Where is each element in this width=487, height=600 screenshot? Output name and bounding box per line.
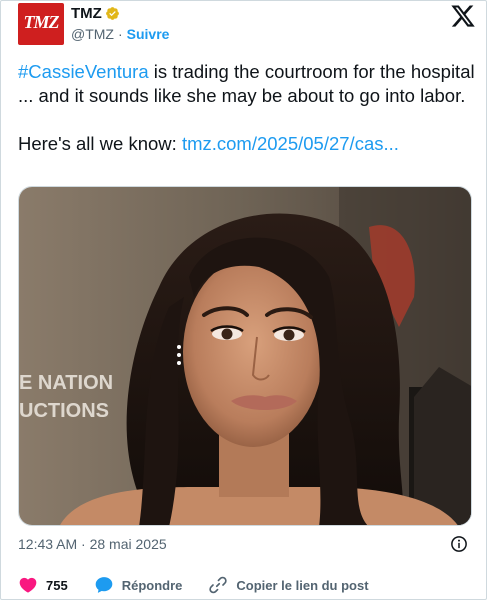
reply-button[interactable]: Répondre <box>94 575 183 595</box>
copy-link-button[interactable]: Copier le lien du post <box>208 575 369 595</box>
tweet-paragraph-2: Here's all we know: tmz.com/2025/05/27/c… <box>18 132 478 156</box>
tweet-photo[interactable]: E NATION UCTIONS <box>18 186 472 526</box>
svg-text:E NATION: E NATION <box>19 372 113 394</box>
hashtag-link[interactable]: #CassieVentura <box>18 61 149 82</box>
tweet-text: #CassieVentura is trading the courtroom … <box>18 60 478 156</box>
copy-link-label: Copier le lien du post <box>236 577 369 593</box>
portrait-photo: E NATION UCTIONS <box>19 187 471 525</box>
action-bar: 755 Répondre Copier le lien du post <box>18 573 369 597</box>
svg-text:UCTIONS: UCTIONS <box>19 400 109 422</box>
handle[interactable]: @TMZ <box>71 26 114 42</box>
author-name-row: TMZ <box>71 5 120 22</box>
verified-badge-icon <box>105 7 119 20</box>
separator-dot: · <box>117 26 123 42</box>
info-icon[interactable] <box>450 535 468 553</box>
avatar[interactable]: TMZ <box>18 3 64 45</box>
tweet-paragraph-1: #CassieVentura is trading the courtroom … <box>18 60 478 108</box>
display-name[interactable]: TMZ <box>71 5 102 22</box>
x-logo-icon[interactable] <box>450 3 476 29</box>
link-icon <box>209 576 228 594</box>
tweet-link-prefix: Here's all we know: <box>18 133 182 154</box>
handle-row: @TMZ · Suivre <box>71 26 169 42</box>
tweet-timestamp[interactable]: 12:43 AM · 28 mai 2025 <box>18 536 167 552</box>
reply-label: Répondre <box>121 577 183 593</box>
article-link[interactable]: tmz.com/2025/05/27/cas... <box>182 133 399 154</box>
like-count: 755 <box>46 577 68 593</box>
follow-button[interactable]: Suivre <box>127 26 170 42</box>
like-button[interactable]: 755 <box>18 575 68 595</box>
heart-icon <box>19 577 37 593</box>
reply-bubble-icon <box>95 577 113 593</box>
avatar-logo-text: TMZ <box>23 12 60 32</box>
tweet-card[interactable]: TMZ TMZ @TMZ · Suivre #CassieVentura is … <box>0 0 487 600</box>
